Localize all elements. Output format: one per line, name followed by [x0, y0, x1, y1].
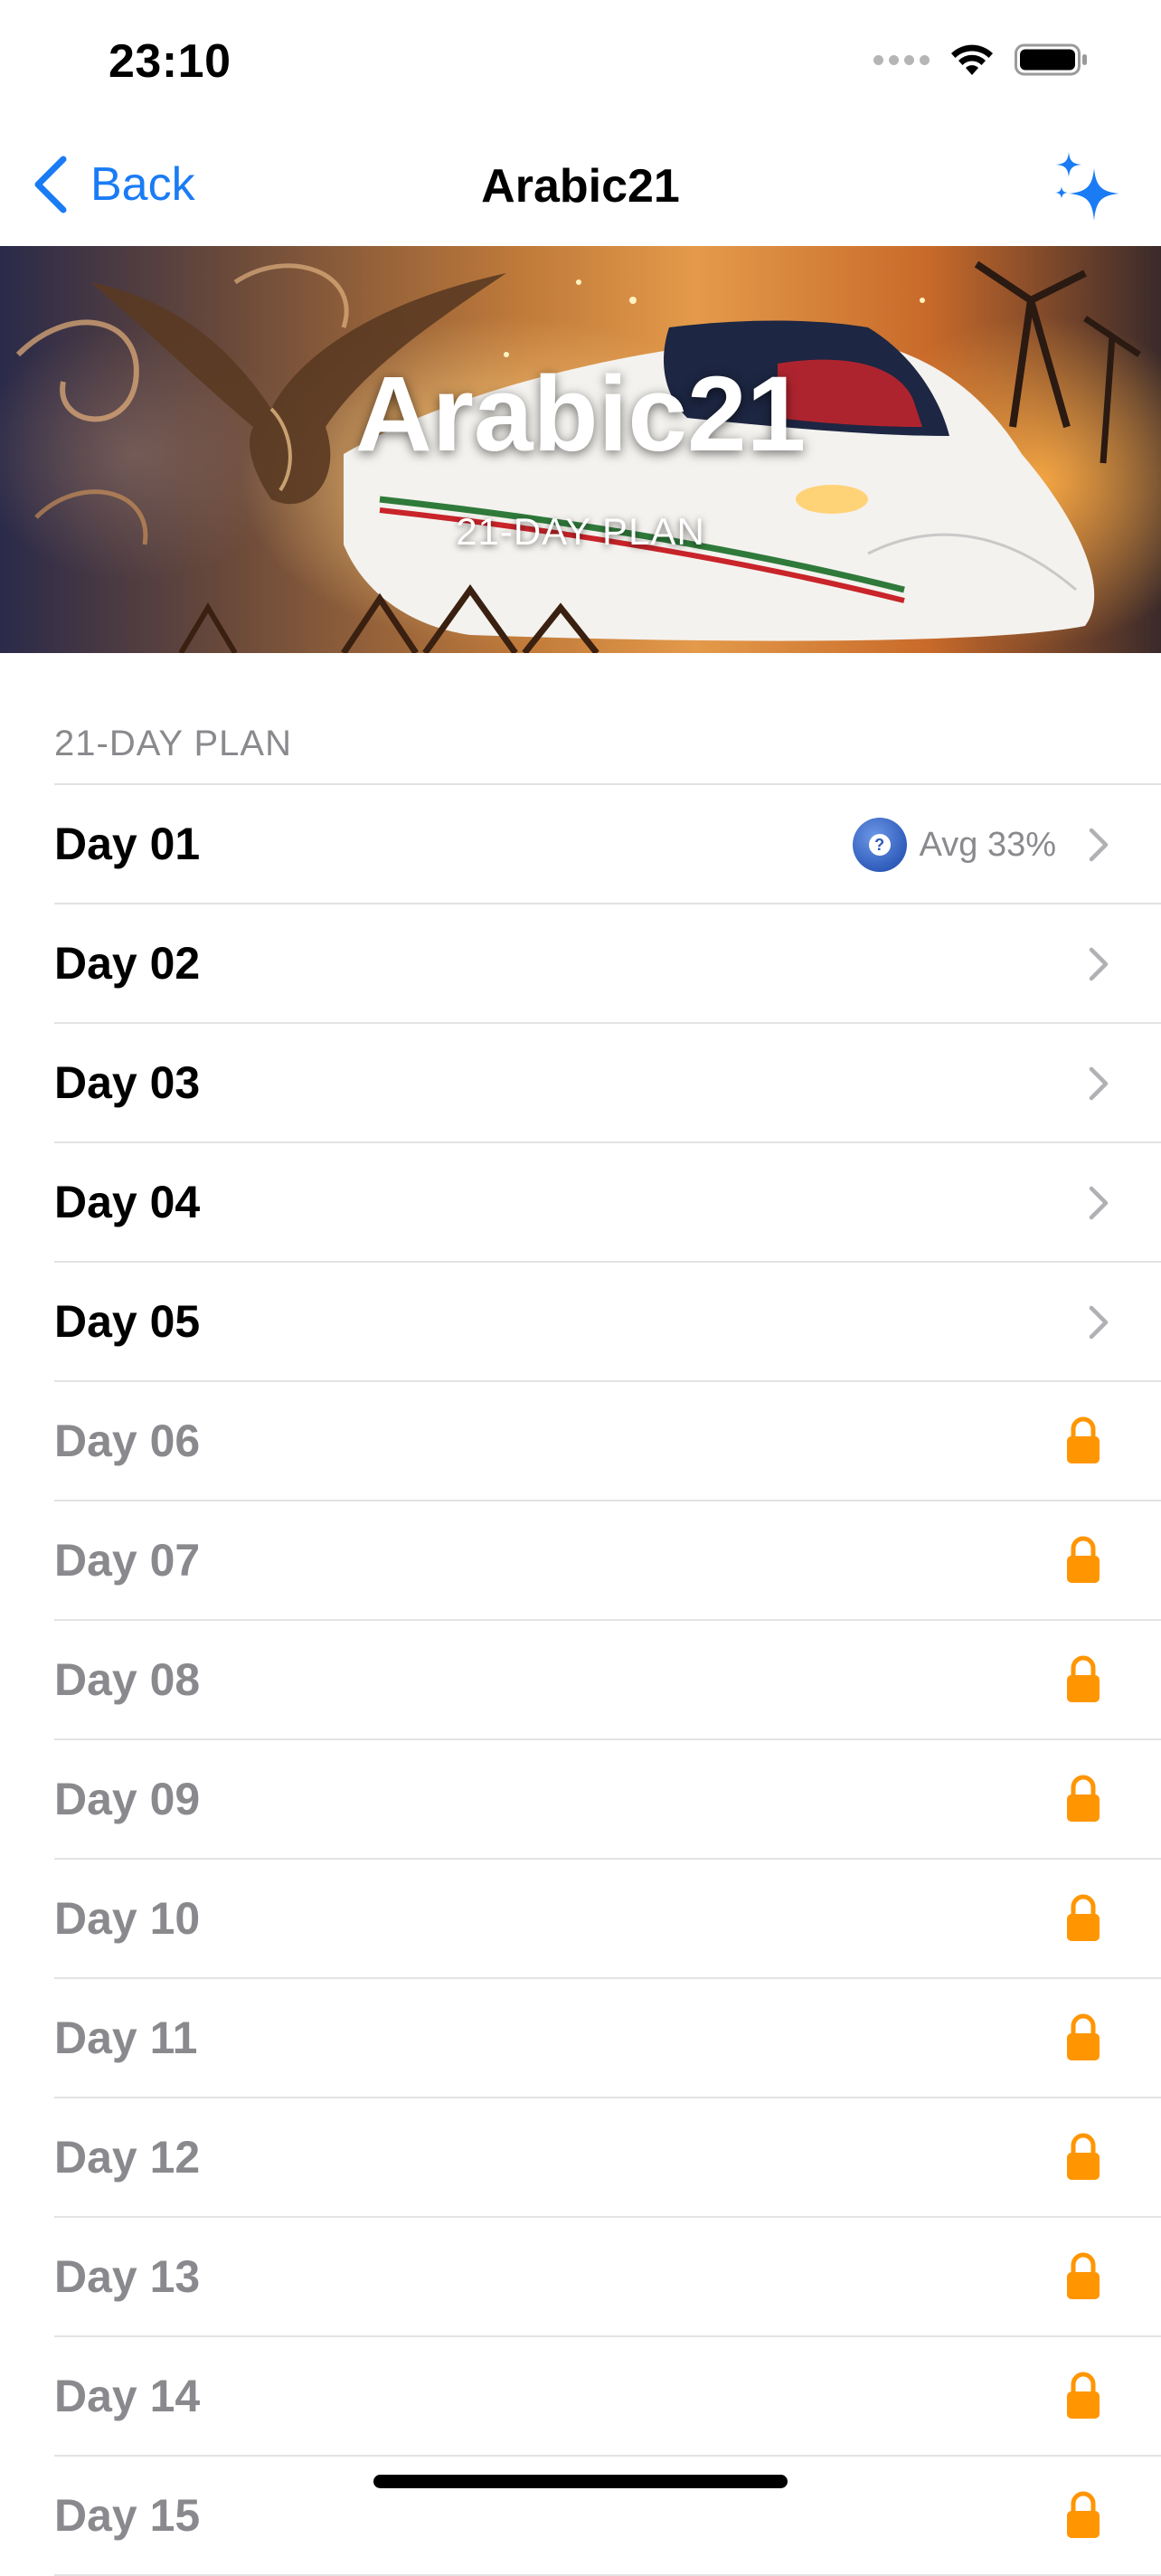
- lock-icon: [1067, 2133, 1100, 2180]
- hero-banner: Arabic21 21-DAY PLAN: [0, 246, 1161, 653]
- day-label: Day 06: [54, 1416, 201, 1466]
- chevron-right-icon: [1089, 1066, 1109, 1101]
- day-label: Day 14: [54, 2371, 201, 2421]
- sparkles-icon[interactable]: [1054, 150, 1123, 224]
- list-item[interactable]: Day 01? Avg 33%: [54, 785, 1161, 904]
- list-item[interactable]: Day 10: [54, 1860, 1161, 1979]
- chevron-right-icon: [1089, 947, 1109, 981]
- chevron-right-icon: [1089, 1305, 1109, 1340]
- day-label: Day 01: [54, 819, 201, 869]
- list-item[interactable]: Day 11: [54, 1979, 1161, 2098]
- day-label: Day 07: [54, 1535, 201, 1586]
- day-label: Day 12: [54, 2132, 201, 2183]
- day-label: Day 10: [54, 1893, 201, 1944]
- status-time: 23:10: [109, 35, 231, 88]
- day-label: Day 05: [54, 1296, 201, 1347]
- navigation-bar: Back Arabic21: [0, 127, 1161, 246]
- chevron-right-icon: [1089, 828, 1109, 862]
- average-score: Avg 33%: [919, 825, 1056, 864]
- list-item[interactable]: Day 07: [54, 1501, 1161, 1621]
- lock-icon: [1067, 2491, 1100, 2538]
- page-title: Arabic21: [481, 160, 680, 213]
- list-item[interactable]: Day 13: [54, 2218, 1161, 2337]
- cellular-signal-icon: [873, 54, 930, 65]
- list-item[interactable]: Day 04: [54, 1143, 1161, 1263]
- battery-icon: [1015, 43, 1087, 76]
- quiz-icon: ?: [852, 818, 907, 872]
- list-item[interactable]: Day 05: [54, 1263, 1161, 1382]
- status-bar: 23:10: [0, 0, 1161, 127]
- day-label: Day 11: [54, 2012, 198, 2063]
- chevron-right-icon: [1089, 1186, 1109, 1220]
- lock-icon: [1067, 1416, 1100, 1463]
- day-label: Day 04: [54, 1177, 201, 1227]
- status-icons: [873, 42, 1089, 78]
- lock-icon: [1067, 1655, 1100, 1702]
- hero-subtitle: 21-DAY PLAN: [456, 510, 705, 553]
- lock-icon: [1067, 1536, 1100, 1583]
- lock-icon: [1067, 2372, 1100, 2419]
- list-item[interactable]: Day 02: [54, 904, 1161, 1024]
- score-badge: ? Avg 33%: [852, 818, 1056, 872]
- list-item[interactable]: Day 12: [54, 2098, 1161, 2218]
- day-list: Day 01? Avg 33% Day 02 Day 03 Day 04 Day 05 Da…: [54, 783, 1161, 2576]
- hero-title: Arabic21: [354, 355, 807, 474]
- lock-icon: [1067, 2013, 1100, 2060]
- list-item[interactable]: Day 06: [54, 1382, 1161, 1501]
- day-label: Day 08: [54, 1654, 201, 1705]
- lock-icon: [1067, 2252, 1100, 2299]
- list-item[interactable]: Day 03: [54, 1024, 1161, 1143]
- day-label: Day 03: [54, 1057, 201, 1108]
- list-item[interactable]: Day 08: [54, 1621, 1161, 1740]
- day-label: Day 02: [54, 938, 201, 989]
- home-indicator: [373, 2475, 788, 2488]
- day-label: Day 13: [54, 2251, 201, 2302]
- section-header: 21-DAY PLAN: [54, 724, 292, 763]
- day-label: Day 15: [54, 2490, 201, 2541]
- list-item[interactable]: Day 09: [54, 1740, 1161, 1860]
- wifi-icon: [951, 44, 993, 75]
- lock-icon: [1067, 1775, 1100, 1822]
- lock-icon: [1067, 1894, 1100, 1941]
- list-item[interactable]: Day 14: [54, 2337, 1161, 2457]
- day-label: Day 09: [54, 1774, 201, 1824]
